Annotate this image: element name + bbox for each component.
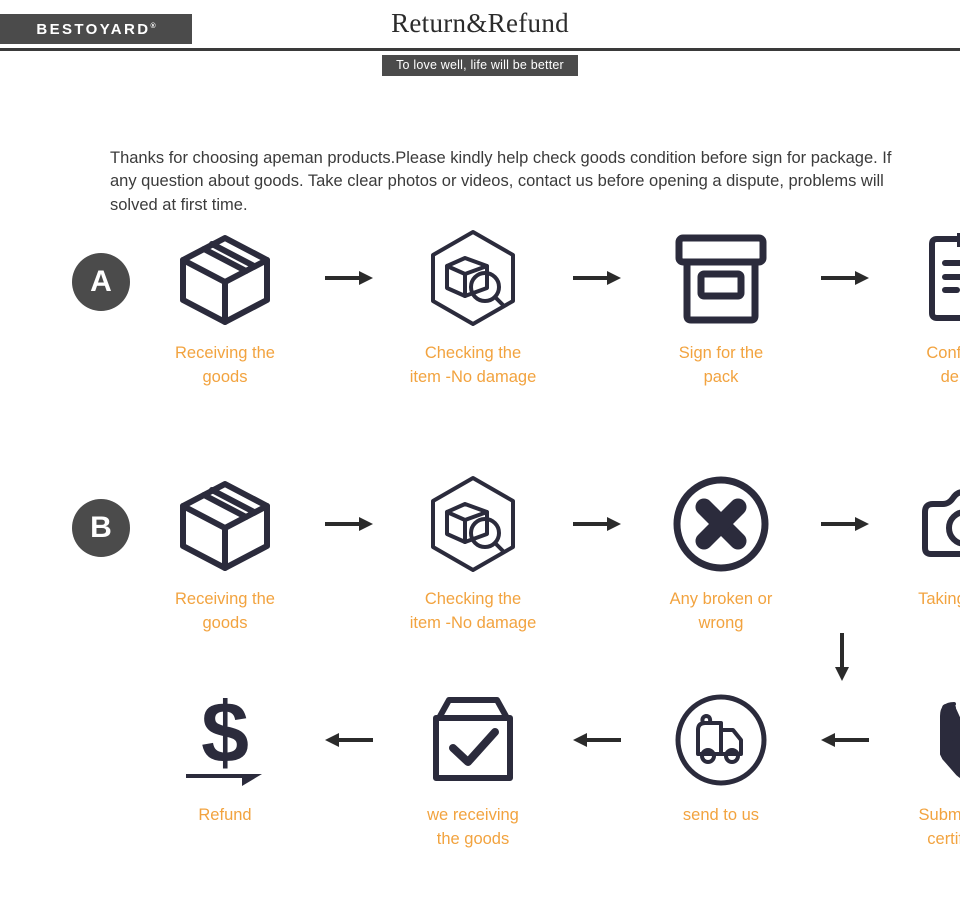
box-icon (175, 474, 275, 574)
step-receiving-goods-a: Receiving the goods (130, 228, 320, 390)
flow-row-a: A Receiving the goods Checking the item … (0, 228, 960, 390)
tagline-container: To love well, life will be better (0, 55, 960, 76)
arrow-left-icon (816, 690, 874, 790)
arrow-left-icon (320, 690, 378, 790)
flow-badge-b: B (72, 499, 130, 557)
step-checking-item-b: Checking the item -No damage (378, 474, 568, 636)
page-header: BESTOYARD® Return&Refund (0, 0, 960, 51)
inspect-package-hexagon-icon (423, 474, 523, 574)
arrow-right-icon (320, 228, 378, 328)
arrow-right-icon (568, 474, 626, 574)
upload-certification-icon (922, 690, 960, 790)
sign-package-icon (671, 228, 771, 328)
step-label: Submiting the certification (918, 806, 960, 848)
step-label: Taking photos (918, 590, 960, 608)
step-label: Sign for the pack (678, 344, 764, 386)
step-we-receiving-goods: we receiving the goods (378, 690, 568, 852)
step-label: Confirm the delivery (926, 344, 960, 386)
dollar-refund-icon: $ (170, 688, 280, 790)
step-any-broken-or-wrong: Any broken or wrong (626, 474, 816, 636)
tagline-banner: To love well, life will be better (382, 55, 578, 76)
step-receiving-goods-b: Receiving the goods (130, 474, 320, 636)
flow-row-b: B Receiving the goods Checking the item … (0, 474, 960, 636)
step-label: Receiving the goods (175, 344, 275, 386)
header-divider (0, 48, 960, 51)
step-label: Checking the item -No damage (409, 344, 537, 386)
arrow-left-icon (568, 690, 626, 790)
step-label: we receiving the goods (427, 806, 519, 848)
x-circle-icon (672, 474, 770, 574)
svg-text:$: $ (201, 688, 249, 781)
camera-icon (917, 474, 960, 574)
step-confirm-delivery: Confirm the delivery (874, 228, 960, 390)
intro-paragraph: Thanks for choosing apeman products.Plea… (110, 148, 892, 215)
step-label: Receiving the goods (175, 590, 275, 632)
truck-circle-icon (673, 690, 769, 790)
step-sign-for-pack: Sign for the pack (626, 228, 816, 390)
step-label: Any broken or wrong (669, 590, 773, 632)
box-check-icon (425, 690, 521, 790)
inspect-package-hexagon-icon (423, 228, 523, 328)
arrow-down-icon (812, 630, 872, 684)
flow-badge-a: A (72, 253, 130, 311)
step-label: Refund (198, 806, 252, 824)
step-submiting-certification: Submiting the certification (874, 690, 960, 852)
arrow-right-icon (568, 228, 626, 328)
clipboard-check-icon (919, 228, 960, 328)
arrow-right-icon (816, 228, 874, 328)
step-checking-item-a: Checking the item -No damage (378, 228, 568, 390)
step-taking-photos: Taking photos (874, 474, 960, 612)
step-refund: $ Refund (130, 688, 320, 828)
page-title: Return&Refund (391, 8, 569, 38)
arrow-right-icon (320, 474, 378, 574)
box-icon (175, 228, 275, 328)
step-send-to-us: send to us (626, 690, 816, 828)
step-label: send to us (682, 806, 760, 824)
flow-row-c: $ Refund we receiving the goods send to … (0, 688, 960, 852)
arrow-right-icon (816, 474, 874, 574)
step-label: Checking the item -No damage (409, 590, 537, 632)
